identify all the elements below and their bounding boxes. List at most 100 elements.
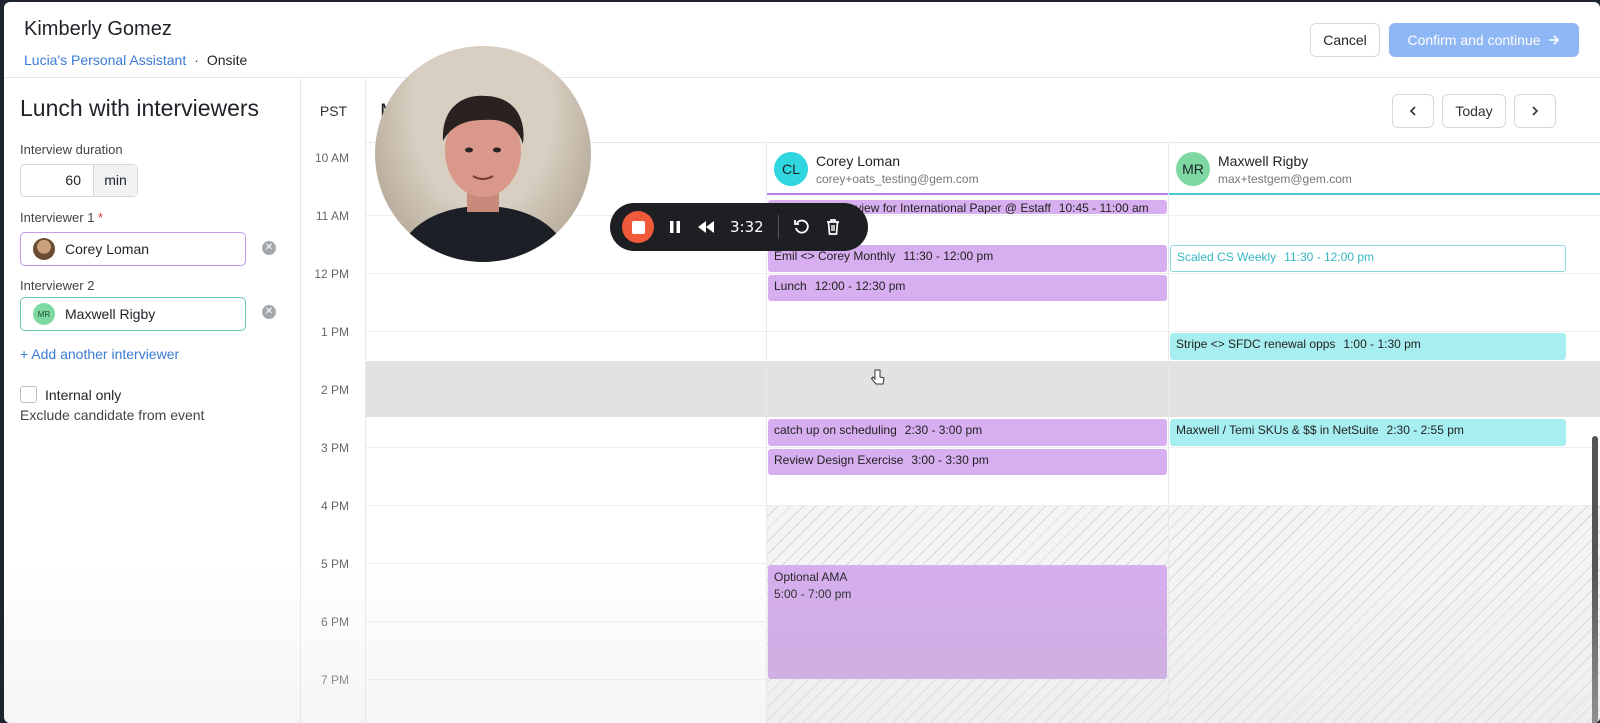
grid-line — [366, 273, 1600, 274]
calendar-event[interactable]: Lunch 12:00 - 12:30 pm — [768, 275, 1167, 301]
interviewer1-name: Corey Loman — [65, 241, 150, 257]
hour-label: 6 PM — [320, 615, 349, 629]
subtitle-separator: · — [194, 52, 199, 68]
trash-icon[interactable] — [825, 218, 841, 236]
event-title: catch up on scheduling — [774, 423, 897, 437]
scrollbar[interactable] — [1592, 436, 1598, 723]
clear-interviewer2-icon[interactable]: ✕ — [262, 305, 276, 319]
add-interviewer-link[interactable]: + Add another interviewer — [20, 346, 179, 362]
event-time: 1:00 - 1:30 pm — [1343, 337, 1421, 351]
internal-only-checkbox[interactable] — [20, 386, 37, 403]
column-email: max+testgem@gem.com — [1218, 171, 1352, 186]
event-time: 11:30 - 12:00 pm — [903, 249, 994, 263]
hour-label: 12 PM — [314, 267, 349, 281]
selected-time-slot[interactable] — [366, 361, 1600, 417]
grid-line — [366, 447, 1600, 448]
unavailable-hatch — [1168, 506, 1600, 723]
candidate-name: Kimberly Gomez — [24, 18, 172, 40]
calendar-event[interactable]: Stripe <> SFDC renewal opps 1:00 - 1:30 p… — [1170, 333, 1566, 360]
duration-input[interactable]: 60 — [21, 165, 93, 196]
column-divider — [1168, 143, 1169, 723]
column-header-corey: CL Corey Loman corey+oats_testing@gem.co… — [766, 143, 979, 195]
chevron-right-icon — [1532, 106, 1539, 116]
hour-label: 10 AM — [314, 151, 349, 165]
job-link[interactable]: Lucia's Personal Assistant — [24, 52, 186, 68]
hour-label: 4 PM — [320, 499, 349, 513]
interviewer2-select[interactable]: MR Maxwell Rigby — [20, 297, 246, 331]
interviewer1-select[interactable]: Corey Loman — [20, 232, 246, 266]
next-day-button[interactable] — [1514, 94, 1556, 128]
today-button[interactable]: Today — [1442, 94, 1506, 128]
schedule-modal: Kimberly Gomez Lucia's Personal Assistan… — [4, 2, 1600, 723]
recording-elapsed-time: 3:32 — [730, 218, 764, 236]
chevron-left-icon — [1409, 106, 1416, 116]
event-title: Optional AMA — [774, 570, 848, 584]
interviewer1-label-text: Interviewer 1 — [20, 210, 95, 225]
event-title: Scaled CS Weekly — [1177, 250, 1277, 264]
duration-unit: min — [93, 165, 137, 196]
event-title: Lunch with interviewers — [20, 95, 260, 121]
event-time: 2:30 - 3:00 pm — [904, 423, 983, 437]
internal-only-help: Exclude candidate from event — [20, 407, 205, 423]
timezone-label: PST — [319, 103, 348, 119]
event-time: 10:45 - 11:00 am — [1058, 201, 1149, 214]
current-time-line — [766, 193, 1168, 195]
hour-label: 3 PM — [320, 441, 349, 455]
rewind-icon[interactable] — [696, 219, 716, 235]
modal-header: Kimberly Gomez Lucia's Personal Assistan… — [4, 2, 1600, 78]
internal-only-row: Internal only — [20, 386, 121, 403]
corey-initials-avatar: CL — [774, 152, 808, 186]
corey-avatar — [33, 238, 55, 260]
event-time: 12:00 - 12:30 pm — [814, 279, 906, 293]
current-time-line — [1168, 193, 1600, 195]
calendar-event[interactable]: Maxwell / Temi SKUs & $$ in NetSuite 2:30… — [1170, 419, 1566, 446]
event-time: 11:30 - 12:00 pm — [1284, 250, 1374, 264]
duration-label: Interview duration — [20, 142, 123, 157]
event-title: Emil <> Corey Monthly — [774, 249, 896, 263]
pause-icon[interactable] — [668, 219, 682, 235]
interviewer2-name: Maxwell Rigby — [65, 306, 156, 322]
event-title: Review Design Exercise — [774, 453, 904, 467]
event-time: 3:00 - 3:30 pm — [911, 453, 989, 467]
stop-icon — [631, 220, 645, 234]
event-title: Maxwell / Temi SKUs & $$ in NetSuite — [1176, 423, 1379, 437]
maxwell-avatar: MR — [33, 303, 55, 325]
calendar-event[interactable]: Review Design Exercise 3:00 - 3:30 pm — [768, 449, 1167, 475]
event-title: Lunch — [774, 279, 807, 293]
recording-toolbar: 3:32 — [610, 203, 868, 251]
prev-day-button[interactable] — [1392, 94, 1434, 128]
presenter-video-icon — [395, 95, 571, 262]
restart-icon[interactable] — [793, 218, 811, 236]
required-mark: * — [98, 210, 104, 225]
interviewer1-label: Interviewer 1 * — [20, 210, 103, 225]
calendar-event[interactable]: Scaled CS Weekly 11:30 - 12:00 pm — [1170, 245, 1566, 272]
stop-recording-button[interactable] — [622, 211, 654, 243]
corey-header-text: Corey Loman corey+oats_testing@gem.com — [816, 153, 979, 186]
confirm-continue-button[interactable]: Confirm and continue — [1389, 23, 1579, 57]
duration-field[interactable]: 60 min — [20, 164, 138, 197]
column-name: Maxwell Rigby — [1218, 152, 1309, 169]
hour-label: 11 AM — [315, 209, 349, 223]
cancel-button[interactable]: Cancel — [1310, 23, 1380, 57]
column-name: Corey Loman — [816, 152, 901, 169]
clear-interviewer1-icon[interactable]: ✕ — [262, 241, 276, 255]
event-time: 5:00 - 7:00 pm — [774, 587, 852, 601]
stage-name: Onsite — [206, 52, 248, 68]
hour-label: 2 PM — [320, 383, 349, 397]
toolbar-separator — [777, 215, 779, 239]
arrow-right-icon — [1548, 35, 1559, 45]
hour-label: 1 PM — [320, 325, 349, 339]
maxwell-initials-avatar: MR — [1176, 152, 1210, 186]
column-header-maxwell: MR Maxwell Rigby max+testgem@gem.com — [1168, 143, 1352, 195]
confirm-label: Confirm and continue — [1407, 32, 1541, 48]
maxwell-header-text: Maxwell Rigby max+testgem@gem.com — [1218, 153, 1352, 186]
hour-label: 7 PM — [320, 673, 349, 687]
internal-only-label: Internal only — [45, 386, 122, 403]
event-form-panel: Lunch with interviewers Interview durati… — [4, 79, 301, 723]
event-title: Stripe <> SFDC renewal opps — [1176, 337, 1336, 351]
webcam-bubble[interactable] — [375, 46, 591, 262]
column-email: corey+oats_testing@gem.com — [816, 171, 979, 186]
time-column: PST 10 AM 11 AM 12 PM 1 PM 2 PM 3 PM 4 P… — [301, 79, 366, 723]
calendar-event[interactable]: catch up on scheduling 2:30 - 3:00 pm — [768, 419, 1167, 446]
calendar-event[interactable]: Optional AMA 5:00 - 7:00 pm — [768, 565, 1167, 679]
